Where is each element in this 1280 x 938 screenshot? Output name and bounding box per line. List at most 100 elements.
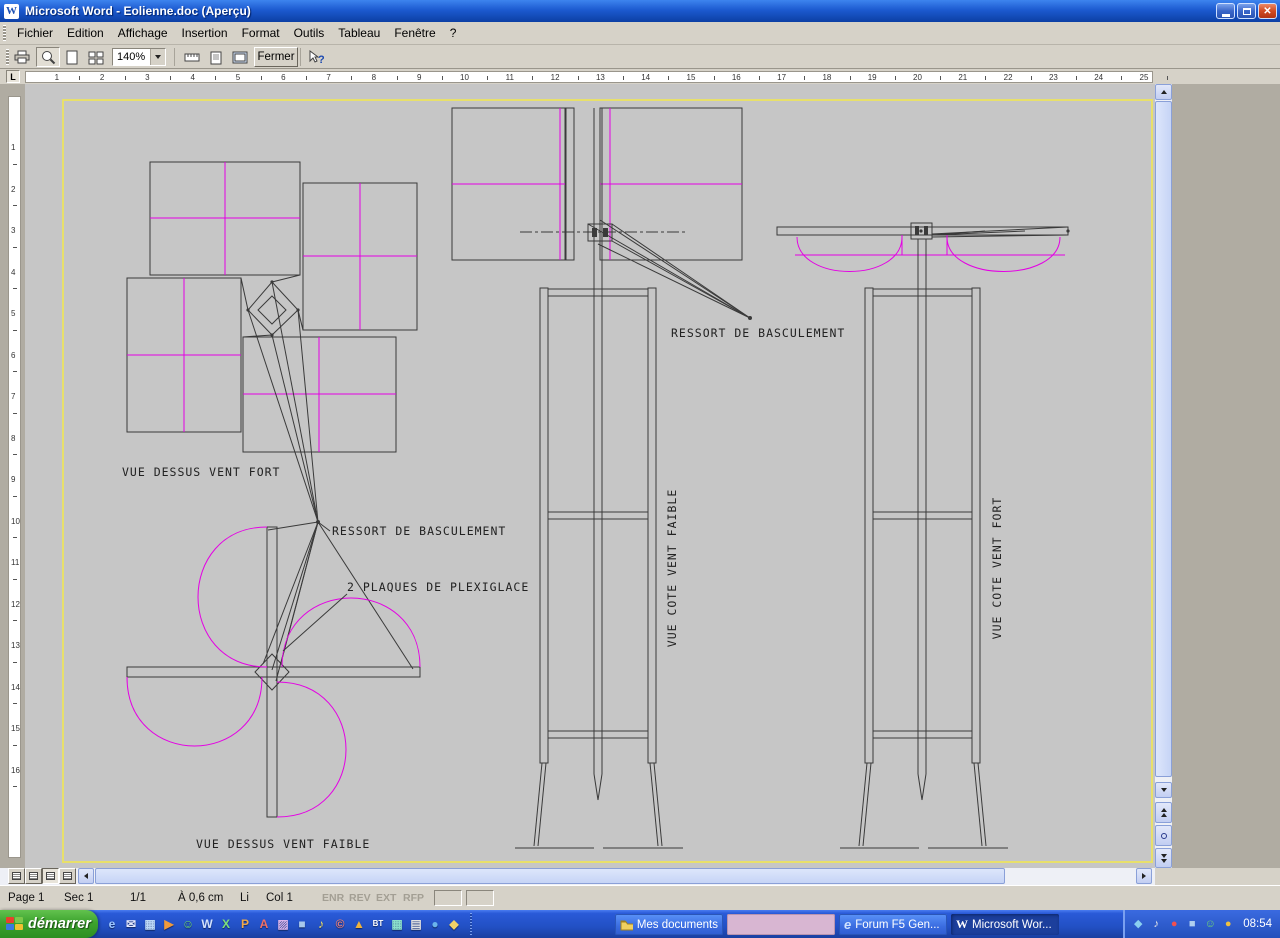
globe-icon[interactable]: ● bbox=[427, 916, 443, 932]
status-flag-ext[interactable]: EXT bbox=[376, 892, 396, 904]
copyright-tool-icon[interactable]: © bbox=[332, 916, 348, 932]
page-view-button[interactable] bbox=[42, 868, 59, 884]
scroll-up-button[interactable] bbox=[1155, 84, 1172, 100]
bt-icon[interactable]: BT bbox=[370, 916, 386, 932]
window-title: Microsoft Word - Eolienne.doc (Aperçu) bbox=[25, 4, 251, 18]
horizontal-ruler-strip[interactable]: 1 2 3 4 5 6 7 8 9 10 11 12 13 14 15 16 17 18 19 20 21 22 23 24 2… bbox=[25, 71, 1168, 83]
menu-aide[interactable]: ? bbox=[443, 23, 464, 43]
minimize-button[interactable] bbox=[1216, 3, 1235, 19]
full-screen-button[interactable] bbox=[228, 47, 252, 67]
vertical-scrollbar-thumb[interactable] bbox=[1155, 101, 1172, 777]
one-page-button[interactable] bbox=[60, 47, 84, 67]
show-desktop-icon[interactable]: ▦ bbox=[142, 916, 158, 932]
zoom-combobox[interactable]: 140% bbox=[112, 48, 166, 66]
menu-bar: Fichier Edition Affichage Insertion Form… bbox=[0, 22, 1280, 45]
status-flag-rev[interactable]: REV bbox=[349, 892, 371, 904]
paint-icon[interactable]: ▨ bbox=[275, 916, 291, 932]
vruler-number: 15 bbox=[11, 724, 20, 733]
word-icon[interactable]: W bbox=[199, 916, 215, 932]
menu-insertion[interactable]: Insertion bbox=[175, 23, 235, 43]
print-button[interactable] bbox=[10, 47, 34, 67]
scroll-right-button[interactable] bbox=[1136, 868, 1152, 884]
previous-page-button[interactable] bbox=[1155, 802, 1172, 823]
start-button[interactable]: démarrer bbox=[0, 910, 98, 938]
task-mes-documents[interactable]: Mes documents bbox=[615, 914, 723, 935]
hruler-number: 15 bbox=[686, 73, 696, 82]
graphics-tray-icon[interactable]: ◆ bbox=[1131, 917, 1145, 931]
close-preview-button[interactable]: Fermer bbox=[254, 47, 298, 67]
powerpoint-icon[interactable]: P bbox=[237, 916, 253, 932]
close-icon: ✕ bbox=[1263, 5, 1272, 17]
menu-edition[interactable]: Edition bbox=[60, 23, 111, 43]
antivirus-tray-icon[interactable]: ● bbox=[1167, 917, 1181, 931]
internet-explorer-icon[interactable]: e bbox=[104, 916, 120, 932]
scroll-left-button[interactable] bbox=[78, 868, 94, 884]
tab-selector[interactable]: L bbox=[6, 70, 20, 83]
normal-view-button[interactable] bbox=[8, 868, 25, 884]
hruler-tick bbox=[351, 76, 353, 80]
toolbar-grip[interactable] bbox=[6, 49, 9, 65]
menu-fenetre[interactable]: Fenêtre bbox=[387, 23, 442, 43]
vruler-number: 3 bbox=[11, 226, 16, 235]
hruler-tick bbox=[849, 76, 851, 80]
status-position: À 0,6 cm bbox=[178, 892, 224, 904]
vruler-number: 4 bbox=[11, 267, 16, 277]
task-button-2[interactable] bbox=[727, 914, 835, 935]
music-player-icon[interactable]: ♪ bbox=[313, 916, 329, 932]
horizontal-scrollbar-thumb[interactable] bbox=[95, 868, 1005, 884]
menu-fichier[interactable]: Fichier bbox=[10, 23, 60, 43]
zoom-dropdown-button[interactable] bbox=[150, 49, 165, 65]
taskbar-clock[interactable]: 08:54 bbox=[1243, 918, 1272, 930]
menu-affichage[interactable]: Affichage bbox=[111, 23, 175, 43]
magnifier-button[interactable] bbox=[36, 47, 60, 67]
hruler-number: 23 bbox=[1048, 73, 1058, 82]
hruler-tick bbox=[804, 76, 806, 80]
volume-icon[interactable]: ♪ bbox=[1149, 917, 1163, 931]
calculator-icon[interactable]: ■ bbox=[294, 916, 310, 932]
page-preview[interactable]: VUE DESSUS VENT FORT RESSORT DE BASCULEM… bbox=[25, 84, 1155, 868]
messenger-icon[interactable]: ☺ bbox=[180, 916, 196, 932]
hruler-tick bbox=[532, 76, 534, 80]
vruler-number: 14 bbox=[11, 682, 20, 692]
svg-text:?: ? bbox=[318, 54, 324, 65]
vruler-tick bbox=[13, 205, 17, 207]
status-flag-enr[interactable]: ENR bbox=[322, 892, 344, 904]
menu-grip[interactable] bbox=[3, 25, 6, 41]
messenger-tray-icon[interactable]: ☺ bbox=[1203, 917, 1217, 931]
warning-tool-icon[interactable]: ▲ bbox=[351, 916, 367, 932]
status-flag-rfp[interactable]: RFP bbox=[403, 892, 424, 904]
document-icon[interactable]: ▤ bbox=[408, 916, 424, 932]
shrink-to-fit-button[interactable] bbox=[204, 47, 228, 67]
next-page-button[interactable] bbox=[1155, 848, 1172, 868]
outlook-express-icon[interactable]: ✉ bbox=[123, 916, 139, 932]
vertical-scrollbar[interactable] bbox=[1155, 84, 1172, 868]
vertical-ruler-strip[interactable]: 1 2 3 4 5 6 7 8 9 10 11 12 13 14 15 16 bbox=[8, 96, 21, 858]
network-tray-icon[interactable]: ■ bbox=[1185, 917, 1199, 931]
menu-format[interactable]: Format bbox=[235, 23, 287, 43]
scroll-down-button[interactable] bbox=[1155, 782, 1172, 798]
vruler-number: 5 bbox=[11, 309, 16, 318]
media-player-icon[interactable]: ▶ bbox=[161, 916, 177, 932]
menu-outils[interactable]: Outils bbox=[287, 23, 332, 43]
excel-icon[interactable]: X bbox=[218, 916, 234, 932]
grid-tool-icon[interactable]: ▦ bbox=[389, 916, 405, 932]
folder-tool-icon[interactable]: ◆ bbox=[446, 916, 462, 932]
task-microsoft-word[interactable]: W Microsoft Wor... bbox=[951, 914, 1059, 935]
close-button[interactable]: ✕ bbox=[1258, 3, 1277, 19]
hruler-number: 24 bbox=[1094, 73, 1104, 82]
view-ruler-button[interactable] bbox=[180, 47, 204, 67]
help-button[interactable]: ? bbox=[304, 47, 328, 67]
double-arrow-up-icon bbox=[1160, 808, 1167, 817]
update-tray-icon[interactable]: ● bbox=[1221, 917, 1235, 931]
menu-tableau[interactable]: Tableau bbox=[331, 23, 387, 43]
hruler-number: 2 bbox=[99, 73, 105, 82]
restore-button[interactable] bbox=[1237, 3, 1256, 19]
system-tray: ◆ ♪ ● ■ ☺ ● 08:54 bbox=[1123, 910, 1280, 938]
outline-view-button[interactable] bbox=[59, 868, 76, 884]
web-view-button[interactable] bbox=[25, 868, 42, 884]
multiple-pages-button[interactable] bbox=[84, 47, 108, 67]
vruler-tick bbox=[13, 329, 17, 331]
access-icon[interactable]: A bbox=[256, 916, 272, 932]
select-browse-object-button[interactable] bbox=[1155, 825, 1172, 846]
task-forum-f5[interactable]: e Forum F5 Gen... bbox=[839, 914, 947, 935]
